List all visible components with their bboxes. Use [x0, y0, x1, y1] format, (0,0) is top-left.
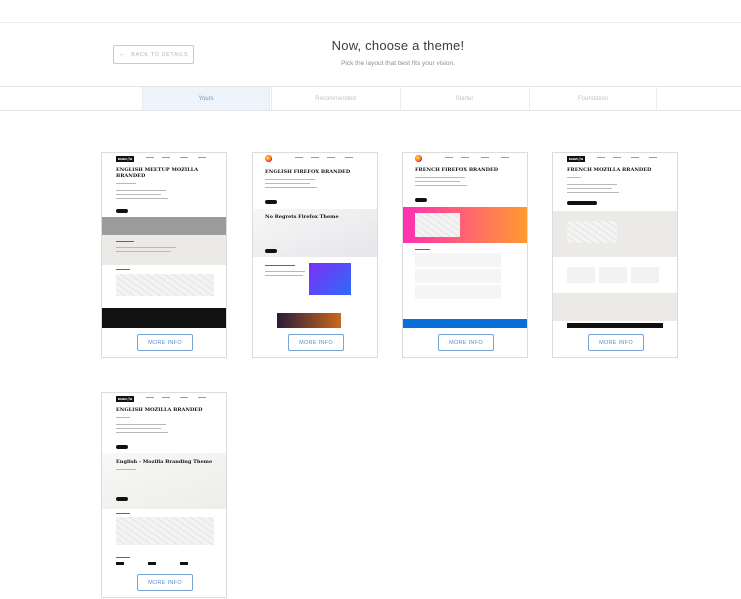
theme-preview: moz://a FRENCH MOZILLA BRANDED — [553, 153, 677, 328]
mozilla-logo: moz://a — [116, 396, 135, 402]
tab-yours[interactable]: Yours — [142, 87, 270, 110]
theme-preview: moz://a ENGLISH MOZILLA BRANDED English … — [102, 393, 226, 568]
theme-preview-section-title: English - Mozilla Branding Theme — [116, 459, 213, 465]
theme-preview-section-title: No Regrets Firefox Theme — [265, 214, 339, 220]
firefox-logo-icon — [265, 155, 272, 162]
theme-card-french-firefox[interactable]: FRENCH FIREFOX BRANDED MORE INFO — [402, 152, 528, 358]
more-info-button[interactable]: MORE INFO — [438, 334, 494, 351]
theme-preview: ENGLISH FIREFOX BRANDED No Regrets Firef… — [253, 153, 377, 328]
back-to-details-button[interactable]: ← BACK TO DETAILS — [113, 45, 194, 64]
arrow-left-icon: ← — [118, 51, 127, 58]
theme-preview-title: FRENCH FIREFOX BRANDED — [415, 167, 499, 173]
top-divider — [0, 22, 741, 23]
theme-preview-title: FRENCH MOZILLA BRANDED — [567, 167, 652, 173]
more-info-button[interactable]: MORE INFO — [137, 334, 193, 351]
page-title: Now, choose a theme! — [331, 38, 465, 53]
tab-starter[interactable]: Starter — [400, 87, 528, 110]
tab-foundation[interactable]: Foundation — [529, 87, 657, 110]
theme-card-french-mozilla[interactable]: moz://a FRENCH MOZILLA BRANDED MORE INFO — [552, 152, 678, 358]
theme-preview: FRENCH FIREFOX BRANDED — [403, 153, 527, 328]
theme-preview-title: ENGLISH MEETUP MOZILLA BRANDED — [116, 167, 199, 179]
page-subtitle: Pick the layout that best fits your visi… — [341, 60, 455, 67]
theme-card-english-mozilla[interactable]: moz://a ENGLISH MOZILLA BRANDED English … — [101, 392, 227, 598]
theme-preview-title: ENGLISH MOZILLA BRANDED — [116, 407, 203, 413]
more-info-button[interactable]: MORE INFO — [288, 334, 344, 351]
more-info-button[interactable]: MORE INFO — [137, 574, 193, 591]
more-info-button[interactable]: MORE INFO — [588, 334, 644, 351]
theme-tabs: Yours Recommended Starter Foundation — [0, 86, 741, 111]
theme-preview: moz://a ENGLISH MEETUP MOZILLA BRANDED — [102, 153, 226, 328]
back-button-label: BACK TO DETAILS — [131, 51, 189, 58]
tab-recommended[interactable]: Recommended — [271, 87, 399, 110]
mozilla-logo: moz://a — [567, 156, 586, 162]
page-heading: Now, choose a theme! Pick the layout tha… — [270, 38, 526, 67]
theme-preview-title: ENGLISH FIREFOX BRANDED — [265, 169, 351, 175]
theme-card-english-firefox[interactable]: ENGLISH FIREFOX BRANDED No Regrets Firef… — [252, 152, 378, 358]
mozilla-logo: moz://a — [116, 156, 135, 162]
firefox-logo-icon — [415, 155, 422, 162]
theme-card-english-meetup[interactable]: moz://a ENGLISH MEETUP MOZILLA BRANDED M… — [101, 152, 227, 358]
